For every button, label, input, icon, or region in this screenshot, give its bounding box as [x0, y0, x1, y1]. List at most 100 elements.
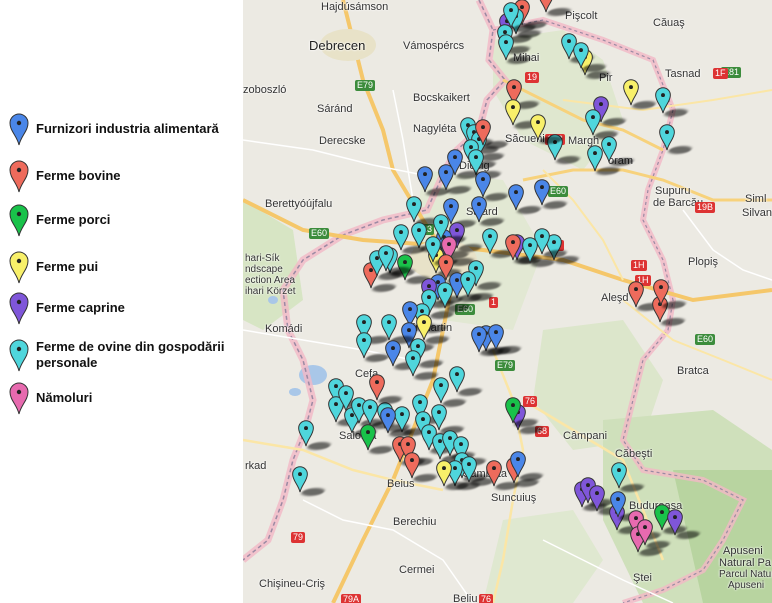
map-marker[interactable]	[533, 178, 551, 206]
map-marker[interactable]	[487, 323, 505, 351]
place-label: Bocskaikert	[413, 92, 470, 104]
map-pin-icon	[653, 279, 669, 306]
map-marker[interactable]	[435, 459, 453, 487]
road-shield: 1H	[631, 260, 647, 271]
map-marker[interactable]	[470, 195, 488, 223]
map-marker[interactable]	[384, 339, 402, 367]
map-marker[interactable]	[529, 113, 547, 141]
place-label: Beliu	[453, 593, 478, 603]
map-marker[interactable]	[497, 33, 515, 61]
map-pin-icon	[611, 462, 627, 489]
legend-label: Ferme porci	[36, 212, 111, 227]
map-view[interactable]: Hajdúsámson Pişcolt Căuaş Debrecen Vámos…	[243, 0, 772, 603]
map-pin-icon	[369, 374, 385, 401]
place-label: ection Area	[245, 275, 296, 286]
map-marker[interactable]	[481, 227, 499, 255]
map-marker[interactable]	[448, 365, 466, 393]
cyan-marker-icon	[9, 339, 29, 372]
map-pin-icon	[587, 145, 603, 172]
map-marker[interactable]	[627, 280, 645, 308]
map-pin-icon	[655, 87, 671, 114]
place-label: Căbeşti	[615, 448, 653, 460]
map-marker[interactable]	[622, 78, 640, 106]
map-marker[interactable]	[474, 118, 492, 146]
map-pin-icon	[486, 460, 502, 487]
map-marker[interactable]	[416, 165, 434, 193]
map-pin-icon	[292, 466, 308, 493]
map-marker[interactable]	[355, 331, 373, 359]
map-pin-icon	[405, 350, 421, 377]
map-marker[interactable]	[586, 144, 604, 172]
map-marker[interactable]	[405, 195, 423, 223]
map-marker[interactable]	[446, 148, 464, 176]
map-marker[interactable]	[504, 98, 522, 126]
map-pin-icon	[498, 34, 514, 61]
map-marker[interactable]	[504, 233, 522, 261]
place-label: Sáránd	[317, 103, 353, 115]
map-marker[interactable]	[652, 278, 670, 306]
map-pin-icon	[505, 99, 521, 126]
place-label: Nagyléta	[413, 123, 457, 135]
place-label: Berechiu	[393, 516, 437, 528]
road-shield: 19B	[695, 202, 716, 213]
map-pin-icon	[589, 485, 605, 512]
place-label: Derecske	[319, 135, 366, 147]
map-marker[interactable]	[654, 86, 672, 114]
red-marker-icon	[9, 160, 29, 193]
map-marker[interactable]	[485, 459, 503, 487]
map-pin-icon	[623, 79, 639, 106]
map-pin-icon	[482, 228, 498, 255]
map-marker[interactable]	[436, 281, 454, 309]
map-marker[interactable]	[403, 451, 421, 479]
map-marker[interactable]	[502, 1, 520, 29]
map-pin-icon	[298, 420, 314, 447]
map-marker[interactable]	[297, 419, 315, 447]
place-label: Debrecen	[309, 38, 366, 53]
map-pin-icon	[356, 332, 372, 359]
map-marker[interactable]	[521, 236, 539, 264]
place-label: Beius	[387, 478, 415, 490]
road-shield: 19	[525, 72, 540, 83]
road-shield: 76	[479, 594, 494, 603]
place-label: ndscape	[245, 264, 283, 275]
map-marker[interactable]	[474, 170, 492, 198]
map-marker[interactable]	[610, 461, 628, 489]
map-pin-icon	[659, 124, 675, 151]
map-pin-icon	[447, 149, 463, 176]
map-marker[interactable]	[584, 108, 602, 136]
map-marker[interactable]	[377, 244, 395, 272]
legend-label: Nămoluri	[36, 390, 93, 405]
map-marker[interactable]	[609, 490, 627, 518]
map-marker[interactable]	[572, 41, 590, 69]
map-marker[interactable]	[504, 396, 522, 424]
green-marker-icon	[9, 204, 29, 237]
place-label: Natural Pa	[719, 557, 771, 569]
place-label: Tasnad	[665, 68, 701, 80]
road-shield: E60	[695, 334, 716, 345]
map-marker[interactable]	[359, 423, 377, 451]
map-marker[interactable]	[291, 465, 309, 493]
map-marker[interactable]	[636, 518, 654, 546]
map-pin-icon	[437, 282, 453, 309]
map-marker[interactable]	[380, 313, 398, 341]
road-shield: 79	[291, 532, 306, 543]
map-marker[interactable]	[507, 183, 525, 211]
map-marker[interactable]	[404, 349, 422, 377]
place-label: rkad	[245, 460, 267, 472]
map-marker[interactable]	[368, 373, 386, 401]
map-marker[interactable]	[658, 123, 676, 151]
place-label: Ştei	[633, 572, 652, 584]
map-marker[interactable]	[379, 406, 397, 434]
map-pin-icon	[460, 271, 476, 298]
map-marker[interactable]	[470, 325, 488, 353]
map-pin-icon	[508, 184, 524, 211]
map-marker[interactable]	[666, 508, 684, 536]
road-shield: E60	[309, 228, 330, 239]
map-pin-icon	[628, 281, 644, 308]
yellow-marker-icon	[9, 251, 29, 284]
map-marker[interactable]	[588, 484, 606, 512]
map-marker[interactable]	[537, 0, 555, 13]
place-label: Parcul Natural	[719, 569, 772, 580]
map-marker[interactable]	[509, 450, 527, 478]
map-marker[interactable]	[459, 270, 477, 298]
